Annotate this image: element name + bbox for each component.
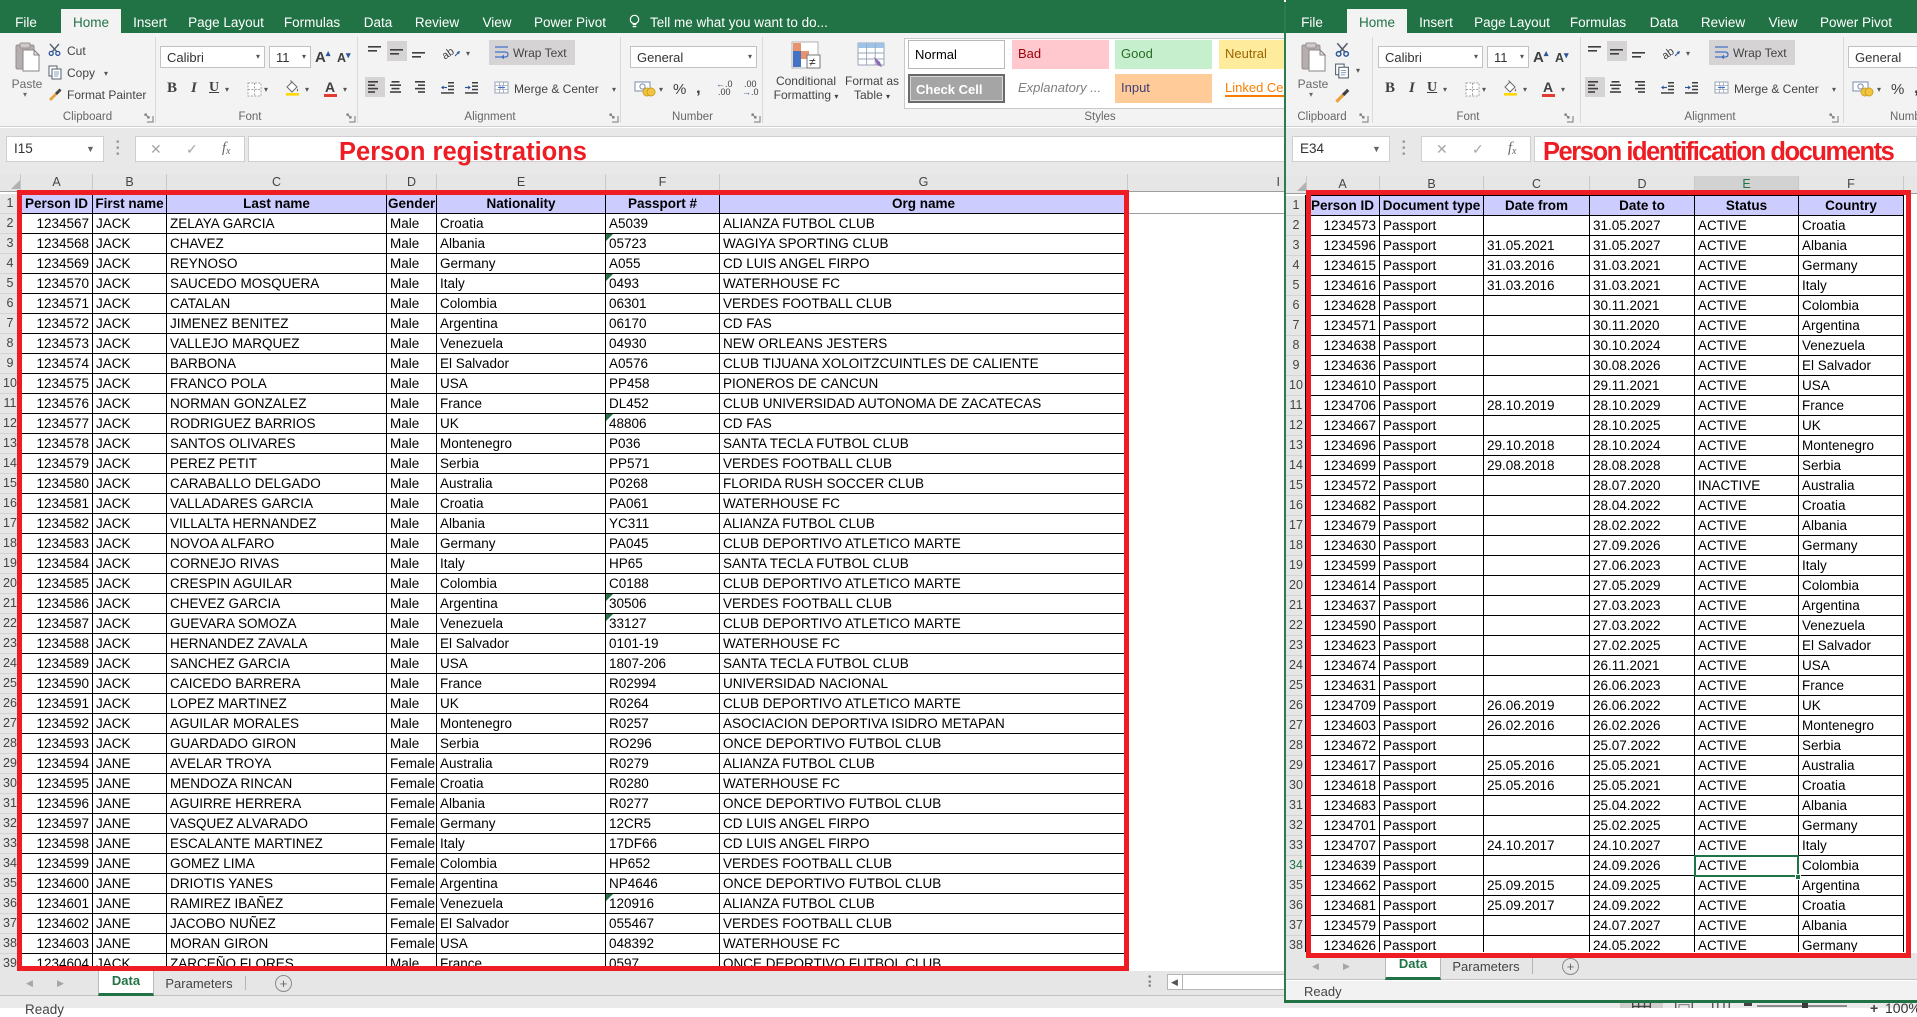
svg-text:ab: ab <box>1663 46 1677 61</box>
svg-text:ab: ab <box>443 46 457 61</box>
svg-text:≠: ≠ <box>809 55 816 69</box>
